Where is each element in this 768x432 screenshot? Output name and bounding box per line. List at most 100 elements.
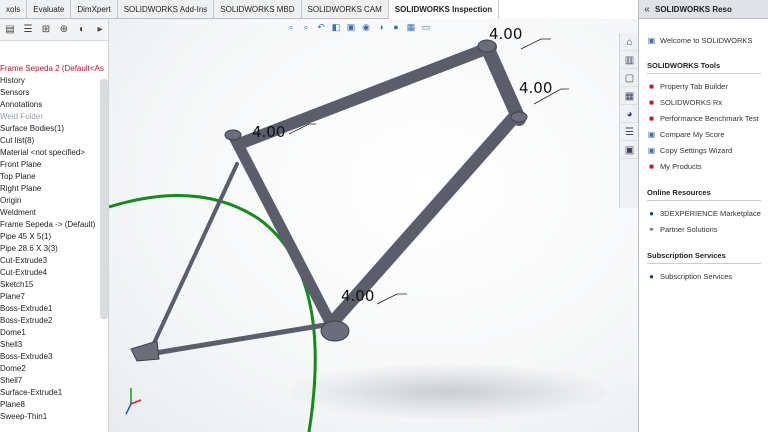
hide-show-icon[interactable]: ◑: [375, 21, 387, 33]
section-title: Subscription Services: [647, 251, 726, 260]
custom-properties-icon[interactable]: ☰: [621, 124, 638, 141]
display-style-icon[interactable]: ◉: [360, 21, 372, 33]
file-explorer-icon[interactable]: ▢: [621, 70, 638, 87]
tab-tools[interactable]: xols: [0, 0, 28, 19]
sw-logo-icon: ■: [649, 97, 654, 107]
welcome-label: Welcome to SOLIDWORKS: [660, 35, 753, 45]
tree-item[interactable]: Surface-Extrude1: [0, 387, 100, 399]
property-tab-builder-link[interactable]: ■ Property Tab Builder: [647, 78, 768, 94]
tree-item[interactable]: Sensors: [0, 87, 100, 99]
sw-logo-icon: ■: [649, 113, 654, 123]
dimension-label[interactable]: 4.00: [489, 25, 522, 43]
divider: [647, 263, 761, 264]
more-icon[interactable]: ▸: [92, 22, 108, 38]
welcome-link[interactable]: ▣ Welcome to SOLIDWORKS: [647, 33, 768, 47]
tab-cam[interactable]: SOLIDWORKS CAM: [302, 0, 389, 19]
tree-item[interactable]: Dome1: [0, 327, 100, 339]
dimension-label[interactable]: 4.00: [519, 79, 552, 97]
solidworks-rx-link[interactable]: ■ SOLIDWORKS Rx: [647, 94, 768, 110]
tree-item[interactable]: Front Plane: [0, 159, 100, 171]
tree-item[interactable]: Right Plane: [0, 183, 100, 195]
tree-item[interactable]: Top Plane: [0, 171, 100, 183]
tree-item[interactable]: Weld Folder: [0, 111, 100, 123]
tab-evaluate[interactable]: Evaluate: [27, 0, 72, 19]
appearance-icon[interactable]: ●: [390, 21, 402, 33]
tree-item[interactable]: Pipe 28.6 X 3(3): [0, 243, 100, 255]
display-manager-icon[interactable]: ◐: [74, 22, 90, 38]
seat-tube: [228, 131, 337, 330]
link-label: Copy Settings Wizard: [660, 145, 733, 155]
marketplace-link[interactable]: ● 3DEXPERIENCE Marketplace: [647, 205, 768, 221]
zoom-to-fit-icon[interactable]: ⌕: [285, 21, 297, 33]
wizard-icon: ▣: [647, 145, 656, 155]
globe-icon: ●: [649, 271, 654, 281]
tree-item[interactable]: Annotations: [0, 99, 100, 111]
divider: [647, 200, 761, 201]
tab-mbd[interactable]: SOLIDWORKS MBD: [214, 0, 302, 19]
tree-item[interactable]: Plane7: [0, 291, 100, 303]
tab-inspection[interactable]: SOLIDWORKS Inspection: [388, 0, 500, 19]
tree-item[interactable]: Boss-Extrude1: [0, 303, 100, 315]
dimxpert-manager-icon[interactable]: ⊕: [56, 22, 72, 38]
tab-addins[interactable]: SOLIDWORKS Add-Ins: [118, 0, 215, 19]
tree-item[interactable]: Frame Sepeda -> (Default): [0, 219, 100, 231]
tree-item[interactable]: Cut-Extrude4: [0, 267, 100, 279]
section-title: SOLIDWORKS Tools: [647, 61, 721, 70]
link-label: Compare My Score: [660, 129, 725, 139]
tree-item[interactable]: Sweep-Thin1: [0, 411, 100, 423]
tree-item[interactable]: Dome2: [0, 363, 100, 375]
link-label: My Products: [660, 161, 702, 171]
tree-item[interactable]: Sketch15: [0, 279, 100, 291]
forum-icon[interactable]: ▣: [621, 142, 638, 159]
tree-item[interactable]: Shell7: [0, 375, 100, 387]
config-manager-icon[interactable]: ⊞: [38, 22, 54, 38]
link-label: Subscription Services: [660, 271, 733, 281]
benchmark-test-link[interactable]: ■ Performance Benchmark Test: [647, 110, 768, 126]
zoom-area-icon[interactable]: ⌕: [300, 21, 312, 33]
tree-item[interactable]: Plane8: [0, 399, 100, 411]
tree-item[interactable]: Weldment: [0, 207, 100, 219]
link-label: Property Tab Builder: [660, 81, 728, 91]
head-tube-bottom: [510, 111, 528, 123]
compare-score-link[interactable]: ▣ Compare My Score: [647, 126, 768, 142]
tree-item[interactable]: Cut list(8): [0, 135, 100, 147]
link-label: Partner Solutions: [660, 224, 718, 234]
rear-dropout: [130, 340, 160, 362]
appearances-icon[interactable]: ◕: [621, 106, 638, 123]
dimension-leader: [376, 293, 407, 305]
view-settings-icon[interactable]: ▭: [420, 21, 432, 33]
home-icon[interactable]: ⌂: [621, 34, 638, 51]
view-palette-icon[interactable]: ▦: [621, 88, 638, 105]
tree-item[interactable]: Boss-Extrude3: [0, 351, 100, 363]
solidworks-resources-panel: « SOLIDWORKS Reso ▣ Welcome to SOLIDWORK…: [638, 0, 768, 432]
tree-item[interactable]: Pipe 45 X 5(1): [0, 231, 100, 243]
score-icon: ▣: [647, 129, 656, 139]
tree-scrollbar[interactable]: [100, 79, 108, 319]
property-manager-icon[interactable]: ☰: [20, 22, 36, 38]
view-orientation-icon[interactable]: ▣: [345, 21, 357, 33]
tab-dimxpert[interactable]: DimXpert: [71, 0, 118, 19]
tree-item[interactable]: Surface Bodies(1): [0, 123, 100, 135]
previous-view-icon[interactable]: ↶: [315, 21, 327, 33]
tree-item[interactable]: Material <not specified>: [0, 147, 100, 159]
divider: [647, 73, 761, 74]
my-products-link[interactable]: ■ My Products: [647, 158, 768, 174]
subscription-services-link[interactable]: ● Subscription Services: [647, 268, 768, 284]
collapse-icon[interactable]: «: [639, 4, 655, 15]
tree-root-part[interactable]: Frame Sepeda 2 (Default<As: [0, 63, 104, 75]
dimension-leader: [520, 38, 551, 50]
copy-settings-link[interactable]: ▣ Copy Settings Wizard: [647, 142, 768, 158]
tree-item[interactable]: Cut-Extrude3: [0, 255, 100, 267]
tree-item[interactable]: Origin: [0, 195, 100, 207]
dimension-label[interactable]: 4.00: [341, 287, 374, 305]
tree-item[interactable]: Boss-Extrude2: [0, 315, 100, 327]
scene-icon[interactable]: ▦: [405, 21, 417, 33]
partner-solutions-link[interactable]: ⚭ Partner Solutions: [647, 221, 768, 237]
feature-manager-icon[interactable]: ▤: [2, 22, 18, 38]
graphics-area[interactable]: ⌕ ⌕ ↶ ◧ ▣ ◉ ◑ ● ▦ ▭ 4.00 4.00 4.00 4.00: [109, 19, 638, 432]
tree-item[interactable]: Shell3: [0, 339, 100, 351]
section-view-icon[interactable]: ◧: [330, 21, 342, 33]
dimension-label[interactable]: 4.00: [252, 123, 285, 141]
design-library-icon[interactable]: ▥: [621, 52, 638, 69]
tree-item[interactable]: History: [0, 75, 100, 87]
